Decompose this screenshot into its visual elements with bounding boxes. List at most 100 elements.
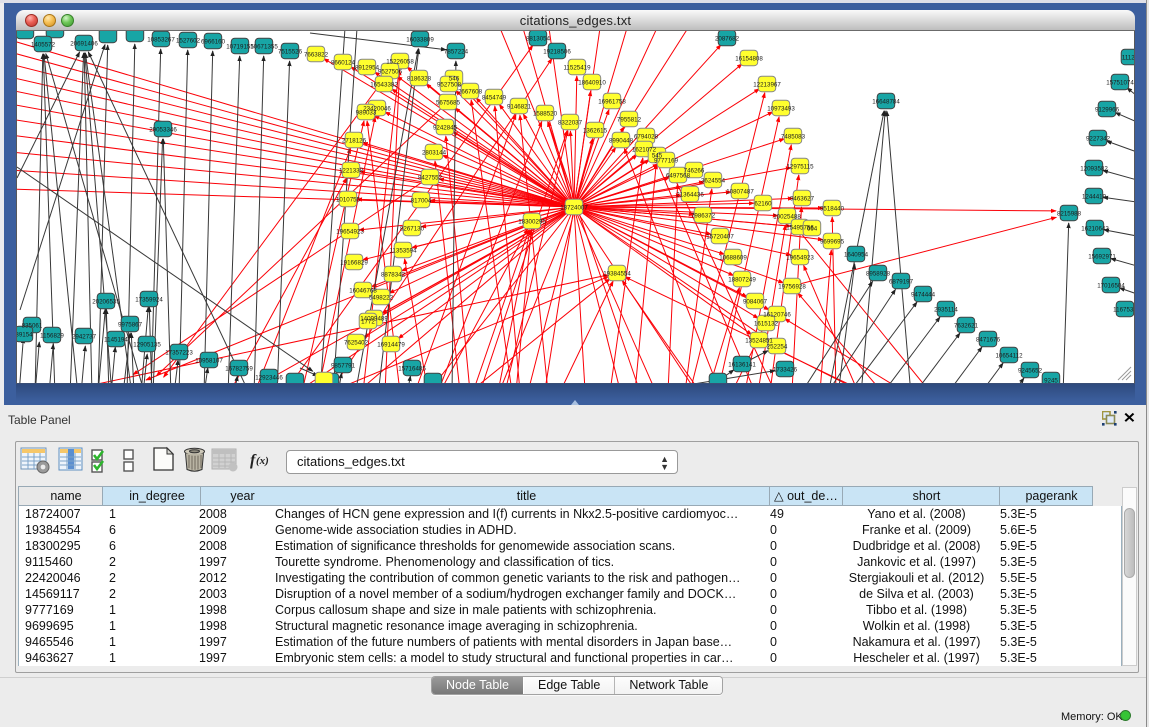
svg-text:8990448: 8990448	[609, 138, 634, 145]
svg-text:16914479: 16914479	[377, 342, 405, 349]
svg-text:9527508: 9527508	[437, 82, 462, 89]
svg-text:9245652: 9245652	[1018, 368, 1043, 375]
svg-text:10807487: 10807487	[726, 189, 754, 196]
svg-text:12905135: 12905135	[133, 342, 161, 349]
svg-text:9227342: 9227342	[1086, 136, 1111, 143]
svg-text:7986372: 7986372	[691, 213, 716, 220]
svg-text:12213967: 12213967	[753, 82, 781, 89]
svg-text:15751074: 15751074	[1106, 80, 1134, 87]
svg-text:11124: 11124	[1122, 55, 1134, 62]
svg-text:19654923: 19654923	[786, 255, 814, 262]
svg-text:18807249: 18807249	[728, 277, 756, 284]
svg-text:10973493: 10973493	[767, 106, 795, 113]
svg-text:9975867: 9975867	[118, 322, 143, 329]
svg-text:19654923: 19654923	[336, 229, 364, 236]
svg-text:1244419: 1244419	[1082, 194, 1107, 201]
svg-text:1527602: 1527602	[176, 38, 201, 45]
svg-text:16154808: 16154808	[735, 56, 763, 63]
svg-text:12093582: 12093582	[1080, 166, 1108, 173]
svg-text:12923446: 12923446	[255, 375, 283, 382]
svg-text:8660124: 8660124	[331, 60, 356, 67]
svg-text:8267130: 8267130	[400, 226, 425, 233]
svg-text:1010755: 1010755	[336, 197, 361, 204]
svg-text:7857224: 7857224	[444, 49, 469, 56]
svg-text:989033: 989033	[356, 110, 377, 117]
svg-text:18724007: 18724007	[560, 205, 588, 212]
svg-text:6794028: 6794028	[634, 134, 659, 141]
svg-text:11353594: 11353594	[389, 248, 417, 255]
svg-text:18640910: 18640910	[578, 80, 606, 87]
svg-text:29053346: 29053346	[149, 127, 177, 134]
svg-text:12975115: 12975115	[786, 164, 814, 171]
svg-text:2718126: 2718126	[342, 138, 367, 145]
svg-text:16648784: 16648784	[872, 99, 900, 106]
svg-text:7663822: 7663822	[304, 52, 329, 59]
svg-text:16033809: 16033809	[406, 37, 434, 44]
svg-text:10654112: 10654112	[995, 353, 1023, 360]
svg-text:1221338: 1221338	[339, 168, 364, 175]
svg-text:1733426: 1733426	[773, 367, 798, 374]
svg-text:7485083: 7485083	[781, 134, 806, 141]
svg-text:18300295: 18300295	[518, 219, 546, 226]
svg-text:1640954: 1640954	[844, 252, 869, 259]
svg-text:746266: 746266	[684, 168, 705, 175]
svg-text:9084067: 9084067	[743, 299, 768, 306]
svg-text:17016504: 17016504	[1097, 283, 1125, 290]
svg-text:15716485: 15716485	[398, 366, 426, 373]
svg-text:15692971: 15692971	[1088, 254, 1116, 261]
svg-text:10958107: 10958107	[195, 358, 223, 365]
svg-text:10688609: 10688609	[719, 255, 747, 262]
svg-text:10025488: 10025488	[773, 214, 801, 221]
svg-text:7515526: 7515526	[278, 49, 303, 56]
svg-text:664: 664	[807, 226, 818, 233]
svg-text:817004: 817004	[411, 198, 432, 205]
svg-text:7955812: 7955812	[617, 117, 642, 124]
svg-text:9129966: 9129966	[1095, 107, 1120, 114]
svg-text:1588520: 1588520	[533, 111, 558, 118]
svg-text:16136141: 16136141	[728, 362, 756, 369]
svg-text:6879197: 6879197	[889, 279, 914, 286]
svg-text:8322037: 8322037	[558, 120, 583, 127]
svg-text:8878342: 8878342	[381, 272, 406, 279]
svg-text:(x): (x)	[256, 455, 269, 467]
svg-text:16120746: 16120746	[763, 312, 791, 319]
svg-text:16046768: 16046768	[349, 288, 377, 295]
svg-text:9474444: 9474444	[911, 292, 936, 299]
svg-text:8454749: 8454749	[482, 95, 507, 102]
svg-text:62160: 62160	[754, 201, 772, 208]
svg-text:8471676: 8471676	[976, 337, 1001, 344]
svg-text:21364436: 21364436	[676, 192, 704, 199]
svg-text:9242845: 9242845	[433, 125, 458, 132]
svg-text:252254: 252254	[767, 344, 788, 351]
svg-text:15720407: 15720407	[706, 234, 734, 241]
svg-text:9699695: 9699695	[820, 239, 845, 246]
svg-text:2935114: 2935114	[934, 307, 958, 314]
svg-text:1615132: 1615132	[754, 321, 779, 328]
svg-text:835061: 835061	[22, 323, 43, 330]
svg-text:9518440: 9518440	[820, 206, 845, 213]
svg-text:8427552: 8427552	[418, 175, 443, 182]
svg-text:11525419: 11525419	[563, 65, 591, 72]
svg-text:15226058: 15226058	[386, 59, 414, 66]
svg-text:19218506: 19218506	[543, 49, 571, 56]
svg-text:9777169: 9777169	[654, 158, 679, 165]
svg-text:2803144: 2803144	[422, 150, 447, 157]
svg-text:5675685: 5675685	[436, 100, 461, 107]
svg-text:7632621: 7632621	[954, 323, 979, 330]
svg-text:10853267: 10853267	[147, 37, 175, 44]
svg-text:19756928: 19756928	[778, 284, 806, 291]
svg-text:5498222: 5498222	[369, 295, 394, 302]
svg-text:16961758: 16961758	[598, 99, 626, 106]
svg-text:16210643: 16210643	[1081, 226, 1109, 233]
svg-text:1405572: 1405572	[31, 42, 56, 49]
svg-text:16543382: 16543382	[370, 82, 398, 89]
svg-text:10671355: 10671355	[250, 44, 278, 51]
svg-text:7625402: 7625402	[344, 340, 369, 347]
svg-text:19166829: 19166829	[340, 260, 368, 267]
svg-text:1156829: 1156829	[40, 333, 64, 340]
svg-text:17359924: 17359924	[135, 297, 163, 304]
svg-text:8813054: 8813054	[526, 36, 551, 43]
svg-text:9463627: 9463627	[790, 196, 815, 203]
svg-text:2667608: 2667608	[458, 89, 483, 96]
svg-text:9527506: 9527506	[378, 69, 403, 76]
